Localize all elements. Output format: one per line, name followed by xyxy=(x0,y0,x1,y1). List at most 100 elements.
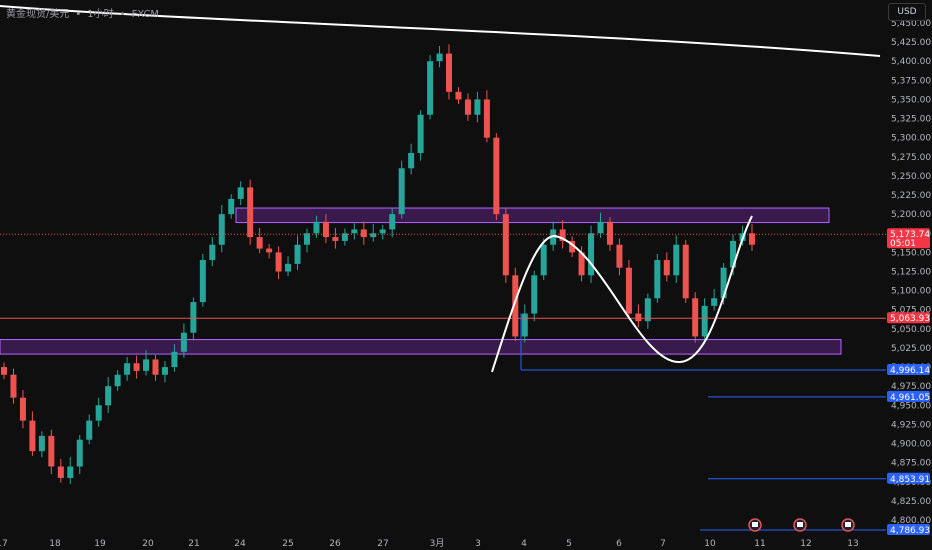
currency-button[interactable]: USD xyxy=(888,3,926,21)
y-tick-label: 5,025.00 xyxy=(891,344,931,354)
candle-body xyxy=(417,114,424,153)
candle-body xyxy=(38,435,45,452)
candle-body xyxy=(199,260,206,303)
candle-body xyxy=(597,221,604,234)
interval-label[interactable]: 1小时 xyxy=(87,9,113,20)
x-tick-label: 11 xyxy=(754,539,765,549)
y-tick-label: 5,300.00 xyxy=(891,134,931,144)
candle-body xyxy=(322,221,329,238)
candle-body xyxy=(493,137,500,215)
candle-body xyxy=(540,244,547,276)
candle-body xyxy=(294,244,301,264)
candle-body xyxy=(616,244,623,268)
candle-body xyxy=(161,367,168,375)
candle-body xyxy=(483,99,490,138)
candle-body xyxy=(105,386,112,406)
candle-body xyxy=(455,91,462,100)
candle-body xyxy=(673,244,680,276)
source-label: FXCM xyxy=(131,9,160,20)
candle-body xyxy=(275,252,282,272)
y-tick-label: 5,225.00 xyxy=(891,191,931,201)
y-tick-label: 5,275.00 xyxy=(891,153,931,163)
candle-body xyxy=(95,405,102,421)
y-tick-label: 5,200.00 xyxy=(891,210,931,220)
y-tick-label: 5,325.00 xyxy=(891,115,931,125)
y-tick-label: 5,425.00 xyxy=(891,38,931,48)
price-badge-text: 4,996.14 xyxy=(890,366,930,376)
candle-body xyxy=(171,351,178,368)
candle-body xyxy=(427,61,434,115)
candle-body xyxy=(313,221,320,234)
y-tick-label: 4,925.00 xyxy=(891,420,931,430)
y-tick-label: 5,050.00 xyxy=(891,325,931,335)
candle-body xyxy=(360,229,367,238)
x-tick-label: 10 xyxy=(704,539,716,549)
x-tick-label: 3月 xyxy=(430,538,445,549)
x-tick-label: 27 xyxy=(377,539,388,549)
x-tick-label: 7 xyxy=(660,539,666,549)
candle-body xyxy=(682,244,689,299)
candle-body xyxy=(218,214,225,245)
y-tick-label: 5,150.00 xyxy=(891,248,931,258)
candle-body xyxy=(521,313,528,337)
price-badge-text: 4,961.05 xyxy=(890,393,930,403)
y-tick-label: 5,250.00 xyxy=(891,172,931,182)
candle-body xyxy=(285,263,292,272)
candle-body xyxy=(654,260,661,299)
candle-body xyxy=(701,305,708,337)
x-tick-label: 5 xyxy=(566,539,572,549)
y-tick-label: 4,900.00 xyxy=(891,440,931,450)
x-tick-label: 18 xyxy=(49,539,61,549)
x-tick-label: 6 xyxy=(616,539,622,549)
candle-body xyxy=(588,233,595,276)
event-flag-2-icon xyxy=(797,522,803,527)
x-tick-label: 4 xyxy=(521,539,527,549)
chart-header: 黄金现货/美元 • 1小时 • FXCM xyxy=(6,9,160,20)
candle-body xyxy=(67,466,74,478)
y-tick-label: 4,975.00 xyxy=(891,382,931,392)
y-tick-label: 5,375.00 xyxy=(891,76,931,86)
price-badge-text: 4,786.93 xyxy=(890,526,930,536)
x-tick-label: 13 xyxy=(847,539,858,549)
x-tick-label: 24 xyxy=(234,539,246,549)
candle-body xyxy=(133,363,140,371)
candle-body xyxy=(48,435,55,467)
price-badge-text: 4,853.91 xyxy=(890,475,930,485)
candle-body xyxy=(663,260,670,276)
event-flag-3-icon xyxy=(845,522,851,527)
candle-body xyxy=(1,367,7,375)
candle-body xyxy=(398,168,405,215)
symbol-label[interactable]: 黄金现货/美元 xyxy=(6,9,69,20)
price-badge-text: 5,063.93 xyxy=(890,314,930,324)
x-tick-label: 12 xyxy=(800,539,811,549)
candle-body xyxy=(711,298,718,306)
candle-body xyxy=(436,53,443,62)
candle-body xyxy=(124,363,131,375)
y-tick-label: 5,400.00 xyxy=(891,57,931,67)
candle-body xyxy=(256,237,263,249)
y-tick-label: 5,350.00 xyxy=(891,95,931,105)
x-tick-label: 3 xyxy=(475,539,481,549)
y-tick-label: 5,100.00 xyxy=(891,287,931,297)
candle-body xyxy=(692,298,699,337)
candle-body xyxy=(379,229,386,234)
candle-body xyxy=(19,397,26,421)
x-tick-label: 17 xyxy=(0,539,8,549)
x-tick-label: 19 xyxy=(94,539,106,549)
y-tick-label: 5,125.00 xyxy=(891,268,931,278)
candle-body xyxy=(266,248,273,253)
candle-body xyxy=(180,332,187,352)
candle-body xyxy=(303,233,310,245)
x-tick-label: 25 xyxy=(282,539,293,549)
candle-body xyxy=(228,198,235,215)
candle-body xyxy=(502,214,509,276)
price-chart[interactable]: 5,450.005,425.005,400.005,375.005,350.00… xyxy=(0,0,932,550)
candle-body xyxy=(332,237,339,241)
x-tick-label: 26 xyxy=(329,539,341,549)
candle-body xyxy=(531,275,538,314)
candle-body xyxy=(408,152,415,169)
candle-body xyxy=(635,313,642,322)
candle-body xyxy=(76,439,83,467)
y-tick-label: 4,825.00 xyxy=(891,497,931,507)
x-tick-label: 20 xyxy=(142,539,154,549)
